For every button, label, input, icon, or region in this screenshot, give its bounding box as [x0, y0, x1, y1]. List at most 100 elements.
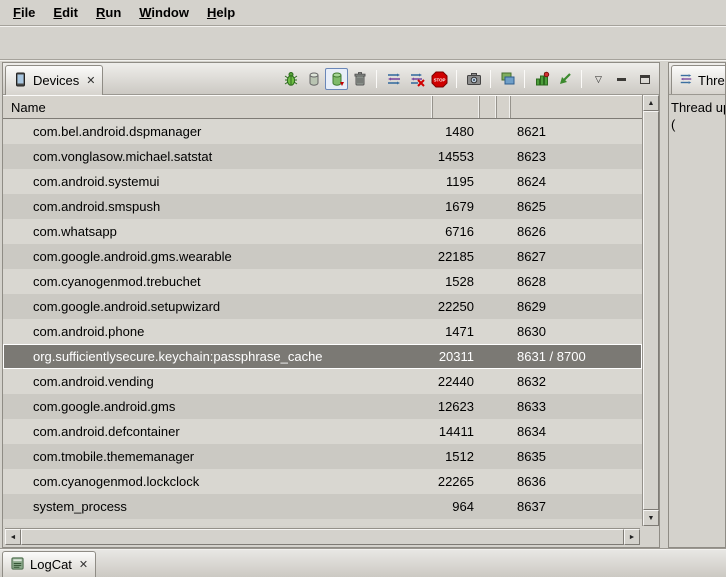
blank-cell	[480, 244, 494, 269]
table-row[interactable]: com.android.smspush 1679 8625	[3, 194, 642, 219]
tracing-arrow-icon[interactable]	[553, 68, 576, 90]
svg-text:STOP: STOP	[434, 77, 446, 82]
process-port: 8621	[509, 119, 642, 144]
menu-help[interactable]: Help	[198, 2, 244, 23]
process-port: 8623	[509, 144, 642, 169]
blank-cell	[480, 144, 494, 169]
process-name: com.google.android.setupwizard	[3, 294, 433, 319]
process-pid: 1195	[433, 169, 480, 194]
blank-cell	[494, 469, 509, 494]
horizontal-scrollbar-thumb[interactable]	[21, 529, 624, 545]
tab-devices[interactable]: Devices ✕	[5, 65, 103, 95]
threads-message-line1: Thread up	[671, 99, 723, 116]
process-pid: 22440	[433, 369, 480, 394]
scroll-right-icon[interactable]: ►	[624, 529, 640, 545]
close-icon[interactable]: ✕	[86, 74, 95, 87]
process-pid: 1512	[433, 444, 480, 469]
blank-cell	[494, 444, 509, 469]
table-row[interactable]: com.google.android.setupwizard 22250 862…	[3, 294, 642, 319]
vertical-scrollbar-thumb[interactable]	[643, 111, 659, 510]
blank-cell	[480, 419, 494, 444]
scroll-left-icon[interactable]: ◄	[5, 529, 21, 545]
process-port: 8632	[509, 369, 642, 394]
dump-hprof-icon[interactable]	[325, 68, 348, 90]
column-header-pid[interactable]	[433, 96, 480, 118]
process-port: 8636	[509, 469, 642, 494]
stop-process-icon[interactable]: STOP	[428, 68, 451, 90]
table-row[interactable]: com.vonglasow.michael.satstat 14553 8623	[3, 144, 642, 169]
debug-process-icon[interactable]	[279, 68, 302, 90]
devices-panel: Devices ✕	[2, 62, 660, 548]
process-pid: 1528	[433, 269, 480, 294]
table-body: com.bel.android.dspmanager 1480 8621 com…	[3, 119, 642, 526]
table-row[interactable]: com.bel.android.dspmanager 1480 8621	[3, 119, 642, 144]
tab-threads[interactable]: Threads	[671, 65, 725, 95]
table-row[interactable]: com.android.defcontainer 14411 8634	[3, 419, 642, 444]
process-port: 8633	[509, 394, 642, 419]
main-toolbar-area	[0, 27, 726, 60]
blank-cell	[480, 219, 494, 244]
menu-window[interactable]: Window	[130, 2, 198, 23]
device-icon	[13, 72, 28, 90]
threads-icon	[679, 72, 693, 89]
view-menu-icon[interactable]: ▽	[587, 68, 610, 90]
threads-panel: Threads Thread up (	[668, 62, 726, 548]
threads-message-line2: (	[671, 116, 723, 133]
tab-logcat[interactable]: LogCat ✕	[2, 551, 96, 577]
toolbar-separator	[376, 70, 377, 88]
panel-divider[interactable]	[660, 62, 668, 548]
column-header-name[interactable]: Name	[3, 96, 433, 118]
table-row[interactable]: com.android.vending 22440 8632	[3, 369, 642, 394]
update-heap-icon[interactable]	[302, 68, 325, 90]
scroll-up-icon[interactable]: ▲	[643, 95, 659, 111]
table-row[interactable]: com.google.android.gms.wearable 22185 86…	[3, 244, 642, 269]
blank-cell	[480, 469, 494, 494]
process-name: com.google.android.gms.wearable	[3, 244, 433, 269]
table-row[interactable]: org.sufficientlysecure.keychain:passphra…	[3, 344, 642, 369]
menu-file[interactable]: File	[4, 2, 44, 23]
blank-cell	[494, 119, 509, 144]
stop-threads-icon[interactable]	[405, 68, 428, 90]
table-row[interactable]: com.android.systemui 1195 8624	[3, 169, 642, 194]
table-row[interactable]: com.google.android.gms 12623 8633	[3, 394, 642, 419]
blank-cell	[494, 344, 509, 369]
process-pid: 22250	[433, 294, 480, 319]
process-name: com.vonglasow.michael.satstat	[3, 144, 433, 169]
update-threads-icon[interactable]	[382, 68, 405, 90]
view-hierarchy-icon[interactable]	[496, 68, 519, 90]
process-port: 8628	[509, 269, 642, 294]
table-row[interactable]: com.android.phone 1471 8630	[3, 319, 642, 344]
ddms-window: File Edit Run Window Help Devices ✕	[0, 0, 726, 577]
process-pid: 20311	[433, 344, 480, 369]
process-port: 8627	[509, 244, 642, 269]
scroll-down-icon[interactable]: ▼	[643, 510, 659, 526]
process-name: com.cyanogenmod.lockclock	[3, 469, 433, 494]
screen-capture-icon[interactable]	[462, 68, 485, 90]
method-profiling-icon[interactable]	[530, 68, 553, 90]
close-icon[interactable]: ✕	[79, 558, 88, 571]
table-header[interactable]: Name	[3, 95, 642, 119]
table-row[interactable]: com.cyanogenmod.trebuchet 1528 8628	[3, 269, 642, 294]
minimize-icon[interactable]	[610, 68, 633, 90]
table-row[interactable]: system_process 964 8637	[3, 494, 642, 519]
blank-cell	[480, 269, 494, 294]
blank-cell	[494, 419, 509, 444]
process-port: 8634	[509, 419, 642, 444]
blank-cell	[480, 169, 494, 194]
table-row[interactable]: com.cyanogenmod.lockclock 22265 8636	[3, 469, 642, 494]
menubar: File Edit Run Window Help	[0, 0, 726, 26]
process-port: 8630	[509, 319, 642, 344]
process-port: 8624	[509, 169, 642, 194]
table-row[interactable]: com.tmobile.thememanager 1512 8635	[3, 444, 642, 469]
maximize-icon[interactable]	[633, 68, 656, 90]
cause-gc-icon[interactable]	[348, 68, 371, 90]
menu-run[interactable]: Run	[87, 2, 130, 23]
menu-edit[interactable]: Edit	[44, 2, 87, 23]
vertical-scrollbar[interactable]: ▲ ▼	[642, 95, 659, 526]
blank-cell	[480, 369, 494, 394]
horizontal-scrollbar[interactable]: ◄ ►	[5, 528, 640, 545]
table-row[interactable]: com.whatsapp 6716 8626	[3, 219, 642, 244]
blank-cell	[494, 394, 509, 419]
column-header-port[interactable]	[509, 96, 642, 118]
process-name: com.android.vending	[3, 369, 433, 394]
